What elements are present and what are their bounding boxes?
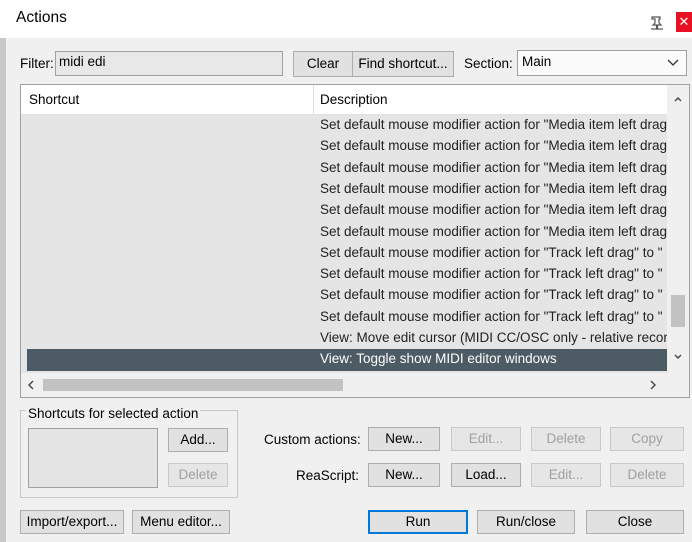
list-header: Shortcut Description <box>21 85 667 115</box>
close-icon[interactable]: ✕ <box>676 12 692 32</box>
row-description: Set default mouse modifier action for "M… <box>320 117 667 132</box>
column-divider[interactable] <box>313 85 314 115</box>
menu-editor-button[interactable]: Menu editor... <box>132 510 230 534</box>
custom-edit-button[interactable]: Edit... <box>451 427 521 451</box>
table-row[interactable]: Set default mouse modifier action for "M… <box>21 136 667 157</box>
pin-icon[interactable] <box>648 14 666 32</box>
title-bar: Actions ✕ <box>0 0 692 38</box>
row-description: Set default mouse modifier action for "T… <box>320 308 663 324</box>
custom-delete-button[interactable]: Delete <box>531 427 601 451</box>
shortcuts-group-label: Shortcuts for selected action <box>26 406 201 421</box>
section-label: Section: <box>464 56 513 71</box>
find-shortcut-button[interactable]: Find shortcut... <box>352 51 454 77</box>
custom-new-button[interactable]: New... <box>368 427 440 451</box>
row-description: Set default mouse modifier action for "M… <box>320 223 667 239</box>
table-row[interactable]: Set default mouse modifier action for "T… <box>21 307 667 328</box>
actions-list[interactable]: Shortcut Description Set default mouse m… <box>20 84 690 398</box>
table-row[interactable]: Set default mouse modifier action for "M… <box>21 222 667 243</box>
reascript-edit-button[interactable]: Edit... <box>531 463 601 487</box>
column-header-shortcut[interactable]: Shortcut <box>29 92 79 107</box>
vertical-scroll-thumb[interactable] <box>671 295 685 327</box>
section-select[interactable]: Main <box>517 50 687 76</box>
delete-shortcut-button[interactable]: Delete <box>168 463 228 487</box>
scroll-up-icon[interactable] <box>672 93 684 105</box>
add-shortcut-button[interactable]: Add... <box>168 428 228 452</box>
row-description: Set default mouse modifier action for "M… <box>320 180 667 196</box>
table-row[interactable]: Set default mouse modifier action for "T… <box>21 264 667 285</box>
table-row[interactable]: Set default mouse modifier action for "T… <box>21 285 667 306</box>
custom-actions-label: Custom actions: <box>264 432 361 447</box>
row-description: Set default mouse modifier action for "M… <box>320 202 667 218</box>
close-button[interactable]: Close <box>586 510 684 534</box>
reascript-load-button[interactable]: Load... <box>451 463 521 487</box>
table-row[interactable]: Set default mouse modifier action for "M… <box>21 200 667 221</box>
row-description: Set default mouse modifier action for "M… <box>320 159 667 175</box>
table-row[interactable]: View: Toggle show MIDI editor windows <box>27 349 667 371</box>
table-row[interactable]: View: Move edit cursor (MIDI CC/OSC only… <box>21 328 667 349</box>
reascript-label: ReaScript: <box>296 468 360 483</box>
shortcuts-list[interactable] <box>28 428 158 488</box>
scroll-down-icon[interactable] <box>672 351 684 363</box>
horizontal-scrollbar[interactable] <box>21 373 689 397</box>
chevron-down-icon <box>666 55 680 69</box>
dialog-client: Filter: midi edi Clear Find shortcut... … <box>6 38 692 542</box>
reascript-new-button[interactable]: New... <box>368 463 440 487</box>
row-description: Set default mouse modifier action for "T… <box>320 287 663 303</box>
clear-button[interactable]: Clear <box>293 51 353 77</box>
scroll-right-icon[interactable] <box>647 379 659 391</box>
custom-copy-button[interactable]: Copy <box>610 427 684 451</box>
scroll-left-icon[interactable] <box>25 379 37 391</box>
vertical-scrollbar[interactable] <box>667 85 689 373</box>
table-row[interactable]: Set default mouse modifier action for "M… <box>21 115 667 136</box>
row-description: Set default mouse modifier action for "T… <box>320 266 663 282</box>
list-rows: Set default mouse modifier action for "M… <box>21 115 667 373</box>
column-header-description[interactable]: Description <box>320 92 388 107</box>
reascript-delete-button[interactable]: Delete <box>610 463 684 487</box>
section-select-value: Main <box>522 54 552 69</box>
run-close-button[interactable]: Run/close <box>477 510 575 534</box>
table-row[interactable]: Set default mouse modifier action for "T… <box>21 243 667 264</box>
import-export-button[interactable]: Import/export... <box>20 510 124 534</box>
row-description: View: Toggle show MIDI editor windows <box>320 351 557 367</box>
filter-input[interactable]: midi edi <box>55 51 283 76</box>
window-title: Actions <box>16 9 67 26</box>
row-description: Set default mouse modifier action for "M… <box>320 138 667 154</box>
filter-input-value: midi edi <box>59 54 106 69</box>
table-row[interactable]: Set default mouse modifier action for "M… <box>21 179 667 200</box>
filter-label: Filter: <box>20 56 54 71</box>
horizontal-scroll-thumb[interactable] <box>43 379 343 391</box>
table-row[interactable]: Set default mouse modifier action for "M… <box>21 158 667 179</box>
row-description: Set default mouse modifier action for "T… <box>320 244 663 260</box>
row-description: View: Move edit cursor (MIDI CC/OSC only… <box>320 330 667 345</box>
run-button[interactable]: Run <box>368 510 468 534</box>
